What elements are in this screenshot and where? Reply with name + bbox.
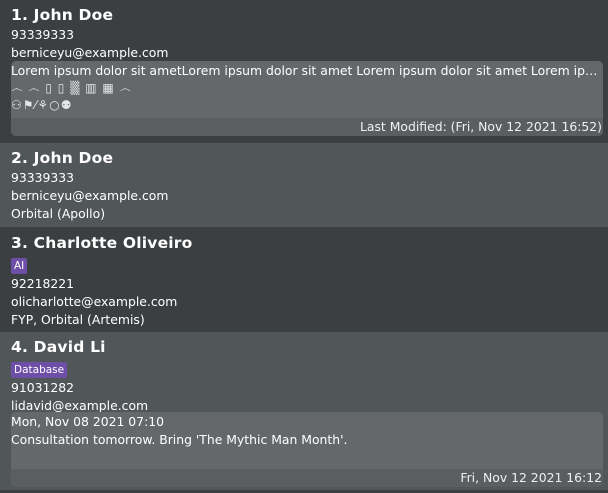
tag-badge: AI (11, 258, 28, 274)
note-date: Mon, Nov 08 2021 07:10 (11, 414, 165, 429)
note-text: Lorem ipsum dolor sit ametLorem ipsum do… (11, 63, 603, 78)
tag-badge: Database (11, 362, 68, 378)
person-card[interactable]: 1. John Doe 93339333 berniceyu@example.c… (0, 0, 608, 141)
person-phone: 92218221 (11, 276, 75, 291)
note-text: Consultation tomorrow. Bring 'The Mythic… (11, 432, 348, 447)
person-card[interactable]: 3. Charlotte Oliveiro AI 92218221 olicha… (0, 229, 608, 331)
person-name: 3. Charlotte Oliveiro (11, 234, 193, 252)
person-email: berniceyu@example.com (11, 45, 169, 60)
person-phone: 91031282 (11, 380, 75, 395)
person-name: 2. John Doe (11, 149, 114, 167)
note-box: Lorem ipsum dolor sit ametLorem ipsum do… (11, 61, 603, 136)
person-phone: 93339333 (11, 27, 75, 42)
person-phone: 93339333 (11, 170, 75, 185)
person-email: olicharlotte@example.com (11, 294, 178, 309)
person-groups: FYP, Orbital (Artemis) (11, 312, 145, 327)
person-email: berniceyu@example.com (11, 188, 169, 203)
note-emoji-row: ⚇⚑⁄⚘○⚉ (11, 98, 73, 112)
note-timestamp: Fri, Nov 12 2021 16:12 (11, 469, 603, 487)
person-name: 4. David Li (11, 338, 106, 356)
person-groups: Orbital (Apollo) (11, 206, 106, 221)
note-emoji-row: ෴ ෴ ▯ ▯ ▒ ▥ ▦ ෴ (11, 81, 132, 95)
person-card[interactable]: 4. David Li Database 91031282 lidavid@ex… (0, 332, 608, 490)
last-modified: Last Modified: (Fri, Nov 12 2021 16:52) (11, 118, 603, 136)
person-card[interactable]: 2. John Doe 93339333 berniceyu@example.c… (0, 143, 608, 227)
person-name: 1. John Doe (11, 6, 114, 24)
note-box: Mon, Nov 08 2021 07:10 Consultation tomo… (11, 412, 603, 487)
